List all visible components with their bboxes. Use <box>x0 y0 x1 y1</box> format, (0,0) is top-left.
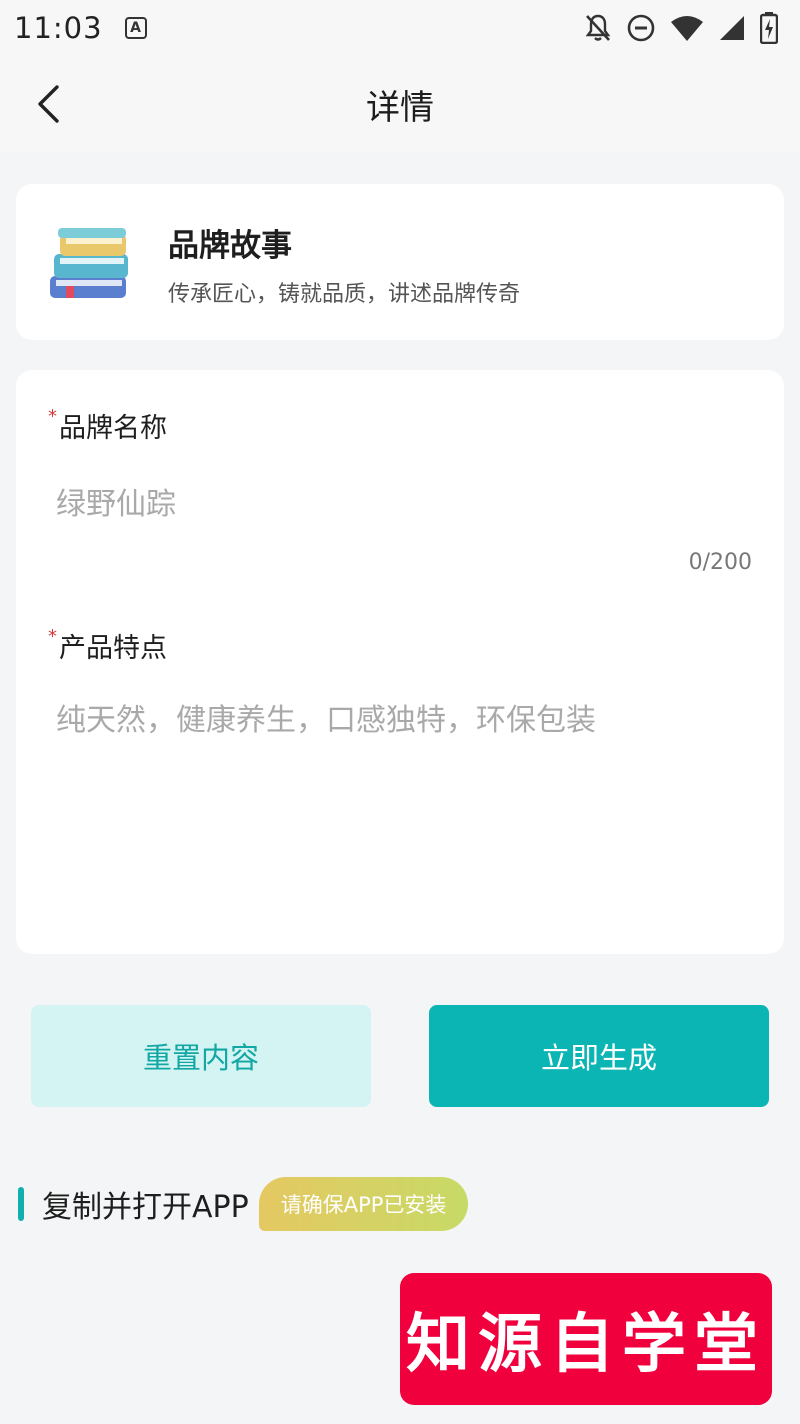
status-time: 11:03 <box>14 11 103 45</box>
required-mark: * <box>48 626 57 647</box>
reset-button[interactable]: 重置内容 <box>31 1005 371 1107</box>
copy-open-app-label[interactable]: 复制并打开APP <box>42 1182 249 1226</box>
signal-icon <box>720 16 744 40</box>
keyboard-indicator-icon: A <box>124 17 147 39</box>
brand-name-label-text: 品牌名称 <box>59 413 167 444</box>
watermark: 知源自学堂 <box>400 1273 772 1405</box>
status-icons <box>584 12 778 44</box>
copy-open-app-row[interactable]: 复制并打开APP 请确保APP已安装 <box>18 1176 469 1232</box>
battery-icon <box>760 12 778 44</box>
brand-name-input[interactable] <box>56 476 746 532</box>
chevron-left-icon <box>38 85 59 123</box>
books-icon <box>50 228 128 298</box>
section-accent-bar <box>18 1187 24 1221</box>
product-features-label: *产品特点 <box>48 626 167 665</box>
required-mark: * <box>48 406 57 427</box>
brand-story-card: 品牌故事 传承匠心，铸就品质，讲述品牌传奇 <box>16 184 784 340</box>
status-bar: 11:03 A <box>0 0 800 56</box>
nav-bar: 详情 <box>0 56 800 152</box>
product-features-input[interactable] <box>56 700 746 920</box>
install-hint-badge: 请确保APP已安装 <box>258 1177 469 1231</box>
generate-button[interactable]: 立即生成 <box>429 1005 769 1107</box>
brand-name-label: *品牌名称 <box>48 406 167 445</box>
page-title: 详情 <box>366 87 434 128</box>
back-button[interactable] <box>24 78 72 130</box>
product-features-label-text: 产品特点 <box>59 633 167 664</box>
wifi-icon <box>671 16 703 41</box>
do-not-disturb-icon <box>627 14 655 42</box>
brand-story-subtitle: 传承匠心，铸就品质，讲述品牌传奇 <box>168 282 521 307</box>
char-counter: 0/200 <box>688 550 752 575</box>
notifications-off-icon <box>585 14 611 41</box>
brand-story-title: 品牌故事 <box>168 228 292 264</box>
form-card: *品牌名称 0/200 *产品特点 <box>16 370 784 954</box>
